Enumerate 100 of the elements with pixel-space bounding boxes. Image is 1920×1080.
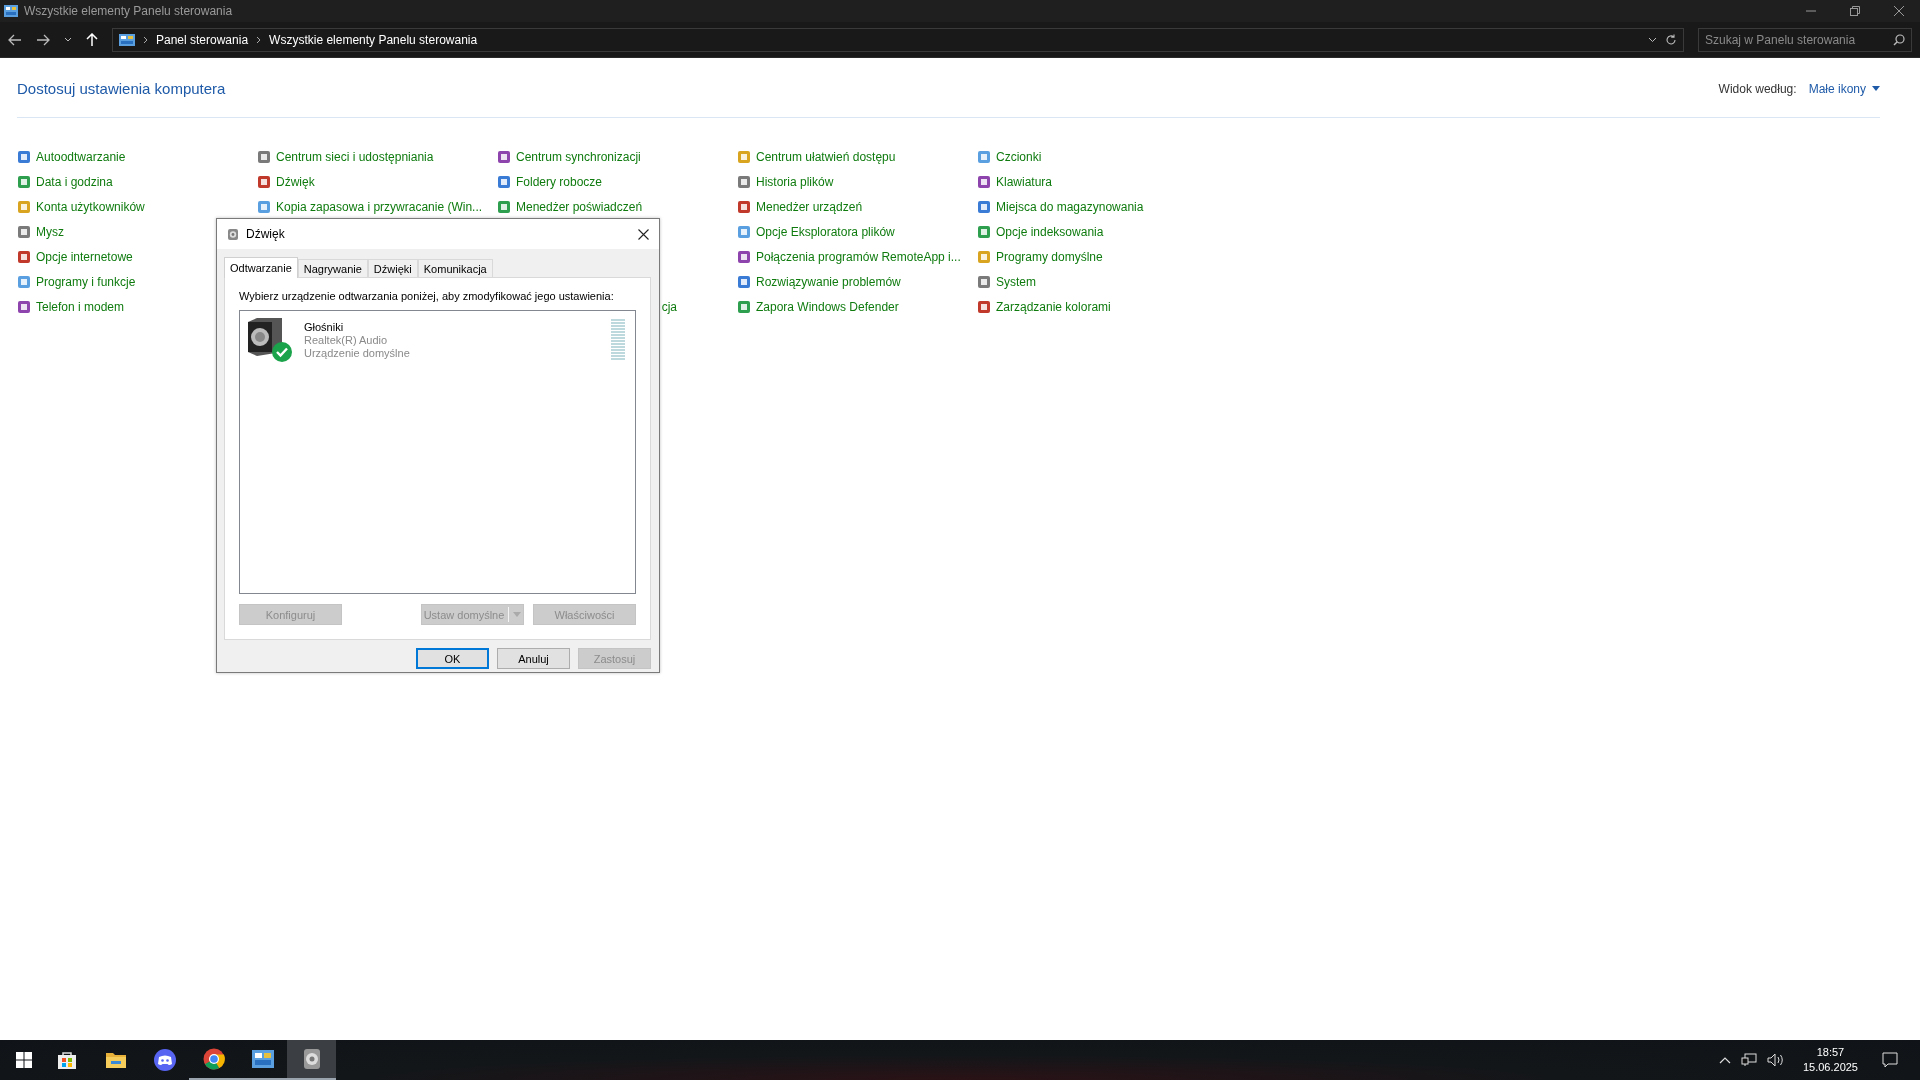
applet-link[interactable]: Rozwiązywanie problemów xyxy=(756,274,901,289)
tab[interactable]: Odtwarzanie xyxy=(224,257,298,278)
applet-link[interactable]: Czcionki xyxy=(996,149,1042,164)
applet-link[interactable]: Kopia zapasowa i przywracanie (Win... xyxy=(276,199,483,214)
applet-link[interactable]: Programy domyślne xyxy=(996,249,1103,264)
applet-icon xyxy=(737,149,751,164)
applet-icon xyxy=(497,199,511,214)
chevron-up-icon[interactable] xyxy=(1718,1056,1731,1064)
back-arrow-icon[interactable] xyxy=(8,33,22,46)
applet-link[interactable]: Telefon i modem xyxy=(36,299,125,314)
game-controller-icon[interactable] xyxy=(153,1049,176,1071)
applet-icon xyxy=(257,199,271,214)
view-by-label: Widok według: xyxy=(1718,81,1797,96)
applet-icon xyxy=(737,299,751,314)
level-meter xyxy=(611,319,625,360)
address-bar[interactable]: Panel sterowania Wszystkie elementy Panelu sterowania xyxy=(112,27,1684,52)
applet-link[interactable]: Data i godzina xyxy=(36,174,113,189)
breadcrumb[interactable]: Panel sterowania xyxy=(156,32,249,47)
close-icon[interactable] xyxy=(638,228,649,240)
clock-date[interactable]: 15.06.2025 xyxy=(1802,1060,1858,1075)
applet-icon xyxy=(977,274,991,289)
applet-icon xyxy=(737,249,751,264)
applet-icon xyxy=(977,149,991,164)
tab[interactable]: Nagrywanie xyxy=(297,259,368,277)
applet-icon xyxy=(257,174,271,189)
applet-link[interactable]: Dźwięk xyxy=(276,174,315,189)
chevron-down-icon[interactable] xyxy=(64,36,72,43)
window-title: Wszystkie elementy Panelu sterowania xyxy=(24,4,233,18)
applet-icon xyxy=(737,274,751,289)
chevron-right-icon xyxy=(256,35,262,44)
applet-link[interactable]: Opcje indeksowania xyxy=(996,224,1104,239)
tab[interactable]: Komunikacja xyxy=(417,259,493,277)
instruction-text: Wybierz urządzenie odtwarzania poniżej, aby zmodyfikować jego ustawienia: xyxy=(239,290,615,302)
page-heading: Dostosuj ustawienia komputera xyxy=(17,80,226,97)
chevron-right-icon xyxy=(143,35,148,44)
applet-link[interactable]: Centrum ułatwień dostępu xyxy=(756,149,896,164)
search-field[interactable]: Szukaj w Panelu sterowania xyxy=(1698,27,1912,52)
breadcrumb[interactable]: Wszystkie elementy Panelu sterowania xyxy=(269,32,478,47)
speaker-icon xyxy=(227,227,239,241)
applet-icon xyxy=(977,224,991,239)
applet-link[interactable]: Opcje internetowe xyxy=(36,249,133,264)
speaker-icon[interactable] xyxy=(301,1048,322,1070)
applet-link[interactable]: Centrum sieci i udostępniania xyxy=(276,149,434,164)
control-panel-icon[interactable] xyxy=(251,1050,274,1068)
applet-icon xyxy=(497,149,511,164)
applet-icon xyxy=(17,299,31,314)
restore-icon[interactable] xyxy=(1850,6,1860,16)
control-panel-icon xyxy=(119,33,135,46)
applet-link[interactable]: Połączenia programów RemoteApp i... xyxy=(756,249,961,264)
tab[interactable]: Dźwięki xyxy=(367,259,418,277)
start-button-icon[interactable] xyxy=(16,1052,32,1068)
applet-icon xyxy=(737,224,751,239)
notification-icon[interactable] xyxy=(1882,1052,1898,1068)
applet-link[interactable]: Menedżer poświadczeń xyxy=(516,199,643,214)
applet-link[interactable]: Programy i funkcje xyxy=(36,274,136,289)
volume-icon[interactable] xyxy=(1766,1053,1785,1067)
applet-icon xyxy=(977,199,991,214)
applet-link[interactable]: cja xyxy=(661,299,677,314)
applet-link[interactable]: Historia plików xyxy=(756,174,834,189)
applet-icon xyxy=(17,149,31,164)
applet-icon xyxy=(737,199,751,214)
applet-icon xyxy=(977,249,991,264)
applet-icon xyxy=(257,149,271,164)
applet-link[interactable]: Centrum synchronizacji xyxy=(516,149,641,164)
up-arrow-icon[interactable] xyxy=(86,32,98,47)
applet-link[interactable]: Zapora Windows Defender xyxy=(756,299,899,314)
dialog-title: Dźwięk xyxy=(246,227,285,241)
applet-link[interactable]: Zarządzanie kolorami xyxy=(996,299,1111,314)
applet-icon xyxy=(17,199,31,214)
applet-icon xyxy=(977,174,991,189)
applet-icon xyxy=(497,174,511,189)
dialog-button[interactable]: Anuluj xyxy=(497,648,570,669)
search-icon xyxy=(1893,33,1905,46)
applet-link[interactable]: Autoodtwarzanie xyxy=(36,149,126,164)
network-icon[interactable] xyxy=(1740,1053,1757,1067)
applet-icon xyxy=(737,174,751,189)
applet-icon xyxy=(17,249,31,264)
applet-link[interactable]: Konta użytkowników xyxy=(36,199,145,214)
applet-link[interactable]: Klawiatura xyxy=(996,174,1053,189)
applet-link[interactable]: Foldery robocze xyxy=(516,174,603,189)
applet-link[interactable]: Miejsca do magazynowania xyxy=(996,199,1144,214)
close-icon[interactable] xyxy=(1894,6,1904,16)
caret-icon xyxy=(1872,86,1880,91)
shopping-bag-icon[interactable] xyxy=(55,1049,78,1071)
forward-arrow-icon[interactable] xyxy=(36,33,50,46)
refresh-icon[interactable] xyxy=(1665,33,1677,46)
applet-link[interactable]: Menedżer urządzeń xyxy=(756,199,863,214)
device-row[interactable]: Głośniki Realtek(R) Audio Urządzenie domyślne xyxy=(240,311,635,364)
applet-link[interactable]: System xyxy=(996,274,1036,289)
clock-time[interactable]: 18:57 xyxy=(1816,1045,1845,1060)
control-panel-icon xyxy=(4,5,18,17)
folder-icon[interactable] xyxy=(104,1050,127,1070)
applet-link[interactable]: Opcje Eksploratora plików xyxy=(756,224,895,239)
view-mode-dropdown[interactable]: Małe ikony xyxy=(1808,81,1880,96)
chevron-down-icon[interactable] xyxy=(1648,36,1657,43)
applet-link[interactable]: Mysz xyxy=(36,224,64,239)
applet-icon xyxy=(17,224,31,239)
applet-icon xyxy=(977,299,991,314)
dialog-button[interactable]: OK xyxy=(416,648,489,669)
browser-icon[interactable] xyxy=(202,1048,225,1070)
